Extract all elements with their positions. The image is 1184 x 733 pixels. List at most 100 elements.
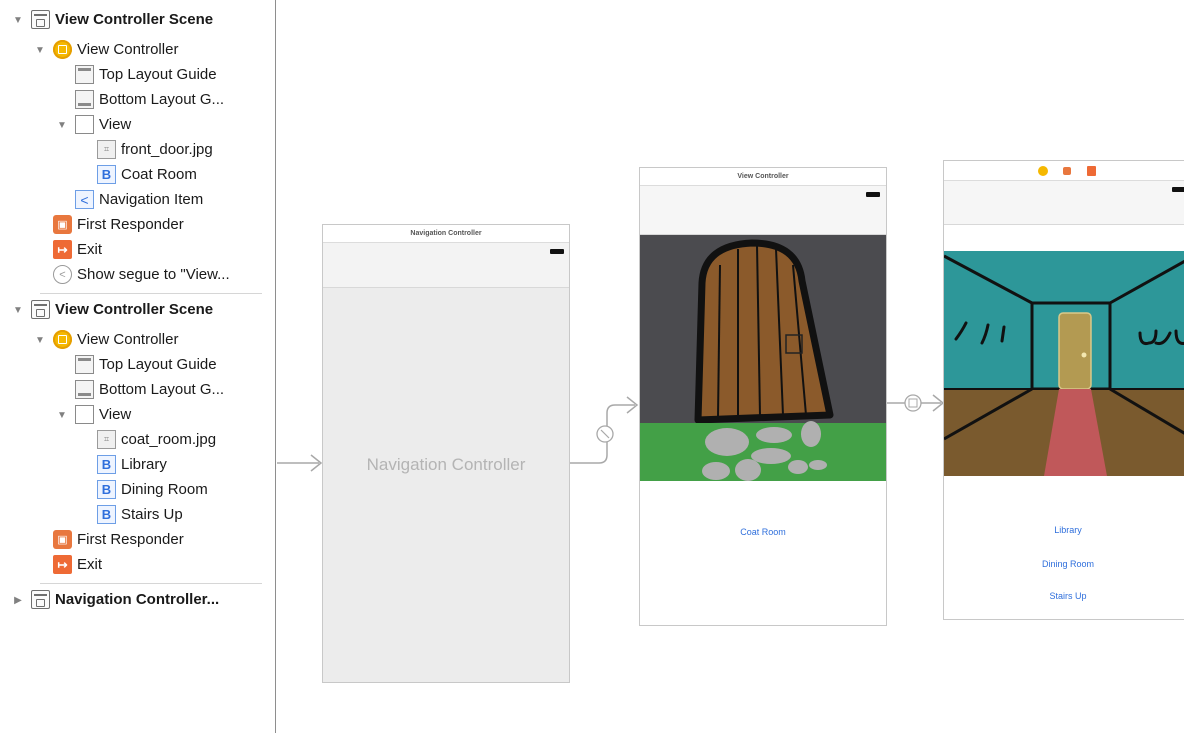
outline-item-button[interactable]: B Coat Room xyxy=(97,162,197,187)
navigation-bar xyxy=(944,181,1184,225)
exit-icon: ↦ xyxy=(53,240,72,259)
outline-item-view-controller[interactable]: View Controller xyxy=(53,327,178,352)
show-segue-icon[interactable] xyxy=(904,394,922,412)
outline-item-image-view[interactable]: ⌗ front_door.jpg xyxy=(97,137,213,162)
first-responder-icon: ▣ xyxy=(53,530,72,549)
coat-room-image xyxy=(944,251,1184,476)
outline-item-view[interactable]: View xyxy=(75,112,131,137)
outline-item-exit[interactable]: ↦ Exit xyxy=(53,552,102,577)
disclosure-triangle-vc1[interactable]: ▼ xyxy=(34,44,46,56)
front-door-image xyxy=(640,235,886,481)
item-label: Bottom Layout G... xyxy=(99,91,225,108)
button-icon: B xyxy=(97,505,116,524)
item-label: Show segue to "View... xyxy=(77,266,230,283)
outline-item-segue[interactable]: < Show segue to "View... xyxy=(53,262,230,287)
view-controller-icon[interactable] xyxy=(1038,166,1048,176)
scene-placeholder-label: Navigation Controller xyxy=(366,455,526,474)
scene-title: View Controller Scene xyxy=(55,11,214,28)
item-label: View Controller xyxy=(77,331,179,348)
outline-scene-1[interactable]: View Controller Scene xyxy=(31,7,213,32)
battery-icon xyxy=(1172,187,1184,192)
outline-item-navigation-item[interactable]: < Navigation Item xyxy=(75,187,203,212)
item-label: Coat Room xyxy=(121,166,197,183)
disclosure-triangle-view2[interactable]: ▼ xyxy=(56,409,68,421)
outline-item-view[interactable]: View xyxy=(75,402,131,427)
view-controller-scene-coat-room[interactable]: Library Dining Room Stairs Up xyxy=(943,160,1184,620)
item-label: Library xyxy=(121,456,167,473)
scene-title-bar: Navigation Controller xyxy=(323,225,569,243)
navigation-bar xyxy=(640,186,886,235)
view-controller-icon xyxy=(53,40,72,59)
outline-item-view-controller[interactable]: View Controller xyxy=(53,37,178,62)
disclosure-triangle-vc2[interactable]: ▼ xyxy=(34,334,46,346)
bottom-layout-guide-icon xyxy=(75,380,94,399)
scene-icon xyxy=(31,590,50,609)
storyboard-canvas[interactable]: Navigation Controller Navigation Control… xyxy=(277,0,1184,733)
exit-icon[interactable] xyxy=(1087,166,1096,176)
view-controller-icon xyxy=(53,330,72,349)
disclosure-triangle-scene2[interactable]: ▼ xyxy=(12,304,24,316)
library-button[interactable]: Library xyxy=(944,525,1184,535)
first-responder-icon[interactable] xyxy=(1063,167,1071,175)
scene-title-bar: View Controller xyxy=(640,168,886,186)
stairs-up-button[interactable]: Stairs Up xyxy=(944,591,1184,601)
outline-item-exit[interactable]: ↦ Exit xyxy=(53,237,102,262)
outline-item-top-layout-guide[interactable]: Top Layout Guide xyxy=(75,352,217,377)
dining-room-button[interactable]: Dining Room xyxy=(944,559,1184,569)
first-responder-icon: ▣ xyxy=(53,215,72,234)
navigation-controller-scene[interactable]: Navigation Controller Navigation Control… xyxy=(322,224,570,683)
battery-icon xyxy=(866,192,880,197)
scene-dock xyxy=(944,161,1184,181)
outline-item-button-stairs-up[interactable]: B Stairs Up xyxy=(97,502,183,527)
item-label: Bottom Layout G... xyxy=(99,381,225,398)
item-label: First Responder xyxy=(77,216,184,233)
scene-icon xyxy=(31,300,50,319)
scene-icon xyxy=(31,10,50,29)
outline-item-bottom-layout-guide[interactable]: Bottom Layout G... xyxy=(75,87,224,112)
battery-icon xyxy=(550,249,564,254)
outline-scene-2[interactable]: View Controller Scene xyxy=(31,297,213,322)
item-label: View xyxy=(99,116,132,133)
disclosure-triangle-view1[interactable]: ▼ xyxy=(56,119,68,131)
button-icon: B xyxy=(97,480,116,499)
exit-icon: ↦ xyxy=(53,555,72,574)
outline-item-button-library[interactable]: B Library xyxy=(97,452,167,477)
document-outline: ▼ View Controller Scene ▼ View Controlle… xyxy=(0,0,276,733)
item-label: Top Layout Guide xyxy=(99,66,217,83)
outline-item-top-layout-guide[interactable]: Top Layout Guide xyxy=(75,62,217,87)
scene-title: Navigation Controller... xyxy=(55,591,220,608)
item-label: Dining Room xyxy=(121,481,208,498)
view-controller-scene-front-door[interactable]: View Controller Coat Room xyxy=(639,167,887,626)
separator xyxy=(40,293,262,294)
item-label: Top Layout Guide xyxy=(99,356,217,373)
button-icon: B xyxy=(97,455,116,474)
coat-room-button[interactable]: Coat Room xyxy=(640,527,886,537)
disclosure-triangle-scene3[interactable]: ▶ xyxy=(12,594,24,606)
top-layout-guide-icon xyxy=(75,355,94,374)
navigation-item-icon: < xyxy=(75,190,94,209)
disclosure-triangle-scene1[interactable]: ▼ xyxy=(12,14,24,26)
item-label: front_door.jpg xyxy=(121,141,213,158)
view-icon xyxy=(75,405,94,424)
item-label: View Controller xyxy=(77,41,179,58)
outline-scene-3[interactable]: Navigation Controller... xyxy=(31,587,219,612)
item-label: Exit xyxy=(77,241,103,258)
top-layout-guide-icon xyxy=(75,65,94,84)
item-label: Exit xyxy=(77,556,103,573)
segue-icon: < xyxy=(53,265,72,284)
item-label: coat_room.jpg xyxy=(121,431,217,448)
item-label: Navigation Item xyxy=(99,191,204,208)
item-label: Stairs Up xyxy=(121,506,183,523)
item-label: First Responder xyxy=(77,531,184,548)
view-icon xyxy=(75,115,94,134)
bottom-layout-guide-icon xyxy=(75,90,94,109)
outline-item-button-dining-room[interactable]: B Dining Room xyxy=(97,477,208,502)
outline-item-first-responder[interactable]: ▣ First Responder xyxy=(53,212,184,237)
outline-item-bottom-layout-guide[interactable]: Bottom Layout G... xyxy=(75,377,224,402)
outline-item-image-view[interactable]: ⌗ coat_room.jpg xyxy=(97,427,216,452)
button-icon: B xyxy=(97,165,116,184)
separator xyxy=(40,583,262,584)
image-view-icon: ⌗ xyxy=(97,430,116,449)
scene-title: View Controller Scene xyxy=(55,301,214,318)
outline-item-first-responder[interactable]: ▣ First Responder xyxy=(53,527,184,552)
